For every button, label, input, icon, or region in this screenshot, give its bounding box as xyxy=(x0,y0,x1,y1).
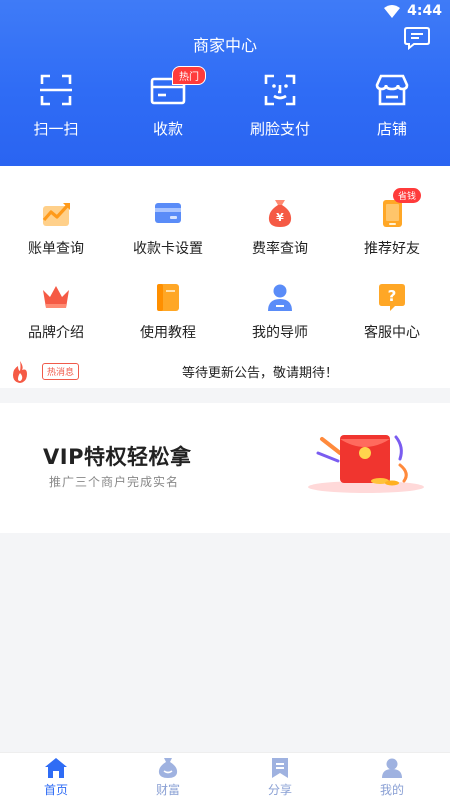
grid-item-rate[interactable]: ¥ 费率查询 xyxy=(224,196,336,258)
tab-label: 首页 xyxy=(43,783,68,797)
quick-action-store[interactable]: 店铺 xyxy=(336,72,448,139)
help-icon: ? xyxy=(379,284,405,311)
quick-action-label: 扫一扫 xyxy=(33,120,79,138)
quick-action-face-pay[interactable]: 刷脸支付 xyxy=(224,72,336,139)
grid-item-label: 推荐好友 xyxy=(364,241,420,257)
function-grid: 账单查询 收款卡设置 ¥ 费率查询 省钱 推荐好友 品牌介绍 使用教程 我的导师… xyxy=(0,166,450,356)
grid-item-mentor[interactable]: 我的导师 xyxy=(224,280,336,342)
grid-item-label: 账单查询 xyxy=(28,241,84,257)
grid-item-service[interactable]: ? 客服中心 xyxy=(336,280,448,342)
grid-item-label: 我的导师 xyxy=(252,325,308,341)
message-icon[interactable] xyxy=(404,26,430,50)
home-icon xyxy=(45,758,67,778)
store-icon xyxy=(375,74,409,106)
tab-share[interactable]: 分享 xyxy=(224,757,336,798)
grid-item-recommend[interactable]: 省钱 推荐好友 xyxy=(336,188,448,258)
grid-item-bank-card[interactable]: 收款卡设置 xyxy=(112,196,224,258)
bank-card-icon xyxy=(155,203,181,223)
grid-item-bill[interactable]: 账单查询 xyxy=(0,196,112,258)
page-title: 商家中心 xyxy=(192,36,257,55)
quick-action-scan[interactable]: 扫一扫 xyxy=(0,72,112,139)
scan-icon xyxy=(40,74,72,106)
status-bar: 4:44 xyxy=(0,0,450,24)
wealth-bag-icon xyxy=(158,758,178,778)
hot-badge: 热门 xyxy=(172,66,206,85)
tab-mine[interactable]: 我的 xyxy=(336,757,448,798)
bill-chart-icon xyxy=(42,203,70,226)
bottom-tab-bar: 首页 财富 分享 我的 xyxy=(0,752,450,800)
grid-item-brand[interactable]: 品牌介绍 xyxy=(0,280,112,342)
share-bookmark-icon xyxy=(272,758,288,778)
tab-label: 分享 xyxy=(267,783,292,797)
tab-label: 财富 xyxy=(155,783,180,797)
tab-label: 我的 xyxy=(379,783,404,797)
money-bag-icon: ¥ xyxy=(268,200,292,227)
header: 4:44 商家中心 扫一扫 热门 收款 刷脸支付 店铺 xyxy=(0,0,450,166)
grid-item-tutorial[interactable]: 使用教程 xyxy=(112,280,224,342)
red-envelope-icon xyxy=(308,435,424,493)
book-icon xyxy=(157,284,179,311)
grid-item-label: 品牌介绍 xyxy=(28,325,84,341)
tab-home[interactable]: 首页 xyxy=(0,757,112,798)
crown-icon xyxy=(43,286,69,308)
face-pay-icon xyxy=(264,74,296,106)
quick-action-label: 收款 xyxy=(152,120,183,138)
svg-text:?: ? xyxy=(388,287,397,305)
profile-icon xyxy=(382,758,402,778)
quick-action-collect[interactable]: 热门 收款 xyxy=(112,66,224,139)
grid-item-label: 收款卡设置 xyxy=(133,241,203,257)
vip-banner[interactable]: VIP特权轻松拿 推广三个商户完成实名 xyxy=(0,403,450,533)
wifi-icon xyxy=(384,5,400,18)
notice-text: 等待更新公告，敬请期待！ xyxy=(181,366,338,381)
status-time: 4:44 xyxy=(407,3,442,19)
quick-action-label: 店铺 xyxy=(376,120,407,138)
svg-text:¥: ¥ xyxy=(276,211,284,224)
banner-subtitle: 推广三个商户完成实名 xyxy=(49,475,180,489)
grid-item-label: 客服中心 xyxy=(364,325,420,341)
notice-bar[interactable]: 热消息 等待更新公告，敬请期待！ xyxy=(0,356,450,388)
quick-action-label: 刷脸支付 xyxy=(249,120,310,138)
banner-title: VIP特权轻松拿 xyxy=(43,445,192,469)
mentor-icon xyxy=(268,284,292,311)
grid-item-label: 使用教程 xyxy=(140,325,196,341)
grid-item-label: 费率查询 xyxy=(252,241,308,257)
tab-wealth[interactable]: 财富 xyxy=(112,757,224,798)
save-badge: 省钱 xyxy=(393,188,422,203)
quick-actions: 扫一扫 热门 收款 刷脸支付 店铺 xyxy=(0,66,450,142)
